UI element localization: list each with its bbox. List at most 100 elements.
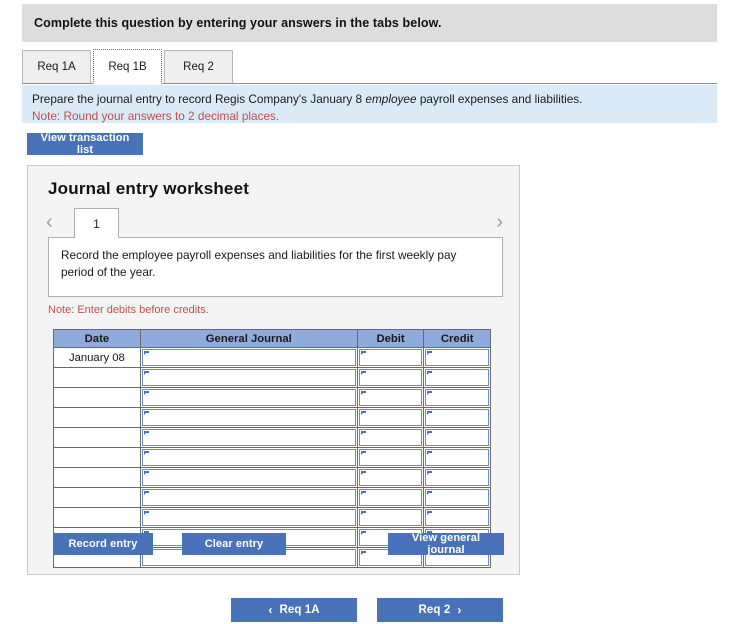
chevron-right-icon[interactable]: › bbox=[496, 211, 503, 233]
cell-credit-input[interactable] bbox=[425, 489, 489, 506]
cell-date bbox=[53, 467, 141, 488]
cell-debit-input[interactable] bbox=[358, 449, 423, 466]
table-row bbox=[53, 407, 491, 428]
chevron-left-icon[interactable]: ‹ bbox=[46, 211, 53, 233]
view-general-journal-button[interactable]: View general journal bbox=[388, 532, 504, 556]
cell-debit-input[interactable] bbox=[358, 409, 423, 426]
cell-credit-input[interactable] bbox=[425, 469, 489, 486]
question-instruction-bar: Complete this question by entering your … bbox=[22, 4, 717, 42]
worksheet-page-tab-1[interactable]: 1 bbox=[74, 208, 119, 238]
column-header-general-journal: General Journal bbox=[139, 329, 358, 348]
column-header-date: Date bbox=[53, 329, 141, 348]
nav-prev-label: Req 1A bbox=[279, 604, 320, 616]
worksheet-description-box: Record the employee payroll expenses and… bbox=[48, 237, 503, 297]
cell-credit-input[interactable] bbox=[425, 389, 489, 406]
clear-entry-button[interactable]: Clear entry bbox=[182, 533, 286, 555]
prompt-rounding-note: Note: Round your answers to 2 decimal pl… bbox=[32, 109, 280, 124]
table-row bbox=[53, 487, 491, 508]
cell-general-journal-input[interactable] bbox=[141, 489, 356, 506]
cell-date bbox=[53, 487, 141, 508]
cell-credit bbox=[423, 387, 491, 408]
cell-general-journal bbox=[139, 407, 358, 428]
cell-debit-input[interactable] bbox=[358, 369, 423, 386]
cell-date bbox=[53, 447, 141, 468]
cell-credit-input[interactable] bbox=[425, 449, 489, 466]
prompt-sentence: Prepare the journal entry to record Regi… bbox=[32, 91, 717, 108]
nav-prev-req-1a-button[interactable]: ‹ Req 1A bbox=[231, 598, 357, 622]
worksheet-pager: ‹ 1 › bbox=[44, 208, 505, 238]
cell-debit bbox=[356, 427, 425, 448]
cell-debit-input[interactable] bbox=[358, 489, 423, 506]
cell-credit-input[interactable] bbox=[425, 509, 489, 526]
cell-general-journal bbox=[139, 347, 358, 368]
cell-date bbox=[53, 427, 141, 448]
cell-date bbox=[53, 407, 141, 428]
requirement-navigation: ‹ Req 1A Req 2 › bbox=[231, 598, 503, 622]
chevron-right-icon: › bbox=[457, 603, 462, 617]
view-transaction-list-button[interactable]: View transaction list bbox=[27, 132, 143, 156]
cell-credit-input[interactable] bbox=[425, 429, 489, 446]
tab-req-1b-label: Req 1B bbox=[108, 60, 147, 73]
cell-credit bbox=[423, 487, 491, 508]
cell-general-journal bbox=[139, 427, 358, 448]
cell-general-journal-input[interactable] bbox=[141, 449, 356, 466]
enter-debits-before-credits-note: Note: Enter debits before credits. bbox=[48, 304, 209, 316]
tab-req-1b[interactable]: Req 1B bbox=[93, 49, 162, 84]
cell-credit bbox=[423, 367, 491, 388]
prompt-sentence-suffix: payroll expenses and liabilities. bbox=[416, 92, 583, 106]
cell-general-journal bbox=[139, 387, 358, 408]
question-prompt-panel: Prepare the journal entry to record Regi… bbox=[22, 85, 717, 123]
nav-next-req-2-button[interactable]: Req 2 › bbox=[377, 598, 503, 622]
cell-credit bbox=[423, 467, 491, 488]
column-header-debit: Debit bbox=[356, 329, 425, 348]
requirement-tab-strip: Req 1A Req 1B Req 2 bbox=[22, 48, 717, 84]
cell-debit-input[interactable] bbox=[358, 429, 423, 446]
cell-debit bbox=[356, 407, 425, 428]
cell-general-journal-input[interactable] bbox=[141, 409, 356, 426]
prompt-sentence-prefix: Prepare the journal entry to record Regi… bbox=[32, 92, 366, 106]
table-row bbox=[53, 387, 491, 408]
cell-general-journal bbox=[139, 467, 358, 488]
worksheet-title: Journal entry worksheet bbox=[48, 179, 250, 198]
cell-debit bbox=[356, 367, 425, 388]
cell-credit-input[interactable] bbox=[425, 349, 489, 366]
cell-credit-input[interactable] bbox=[425, 369, 489, 386]
cell-general-journal bbox=[139, 447, 358, 468]
cell-credit-input[interactable] bbox=[425, 409, 489, 426]
cell-debit-input[interactable] bbox=[358, 509, 423, 526]
cell-general-journal bbox=[139, 487, 358, 508]
cell-general-journal-input[interactable] bbox=[141, 369, 356, 386]
table-row bbox=[53, 467, 491, 488]
cell-date bbox=[53, 367, 141, 388]
tab-req-1a-label: Req 1A bbox=[37, 61, 76, 73]
cell-general-journal bbox=[139, 507, 358, 528]
journal-entry-worksheet-panel: Journal entry worksheet ‹ 1 › Record the… bbox=[27, 165, 520, 575]
prompt-sentence-emphasis: employee bbox=[365, 92, 417, 106]
cell-general-journal-input[interactable] bbox=[141, 429, 356, 446]
cell-debit bbox=[356, 487, 425, 508]
table-row bbox=[53, 367, 491, 388]
cell-debit-input[interactable] bbox=[358, 469, 423, 486]
record-entry-button[interactable]: Record entry bbox=[53, 533, 153, 555]
worksheet-description-text: Record the employee payroll expenses and… bbox=[61, 248, 457, 280]
cell-debit-input[interactable] bbox=[358, 389, 423, 406]
cell-general-journal-input[interactable] bbox=[141, 349, 356, 366]
cell-debit bbox=[356, 447, 425, 468]
column-header-credit: Credit bbox=[423, 329, 491, 348]
cell-general-journal-input[interactable] bbox=[141, 509, 356, 526]
chevron-left-icon: ‹ bbox=[268, 603, 273, 617]
cell-general-journal-input[interactable] bbox=[141, 389, 356, 406]
cell-credit bbox=[423, 447, 491, 468]
table-row bbox=[53, 427, 491, 448]
cell-debit-input[interactable] bbox=[358, 349, 423, 366]
cell-debit bbox=[356, 387, 425, 408]
cell-debit bbox=[356, 347, 425, 368]
cell-credit bbox=[423, 427, 491, 448]
tab-req-2-label: Req 2 bbox=[183, 61, 214, 73]
cell-general-journal-input[interactable] bbox=[141, 469, 356, 486]
tab-req-2[interactable]: Req 2 bbox=[164, 50, 233, 83]
cell-date: January 08 bbox=[53, 347, 141, 368]
cell-credit bbox=[423, 347, 491, 368]
cell-date bbox=[53, 387, 141, 408]
tab-req-1a[interactable]: Req 1A bbox=[22, 50, 91, 83]
